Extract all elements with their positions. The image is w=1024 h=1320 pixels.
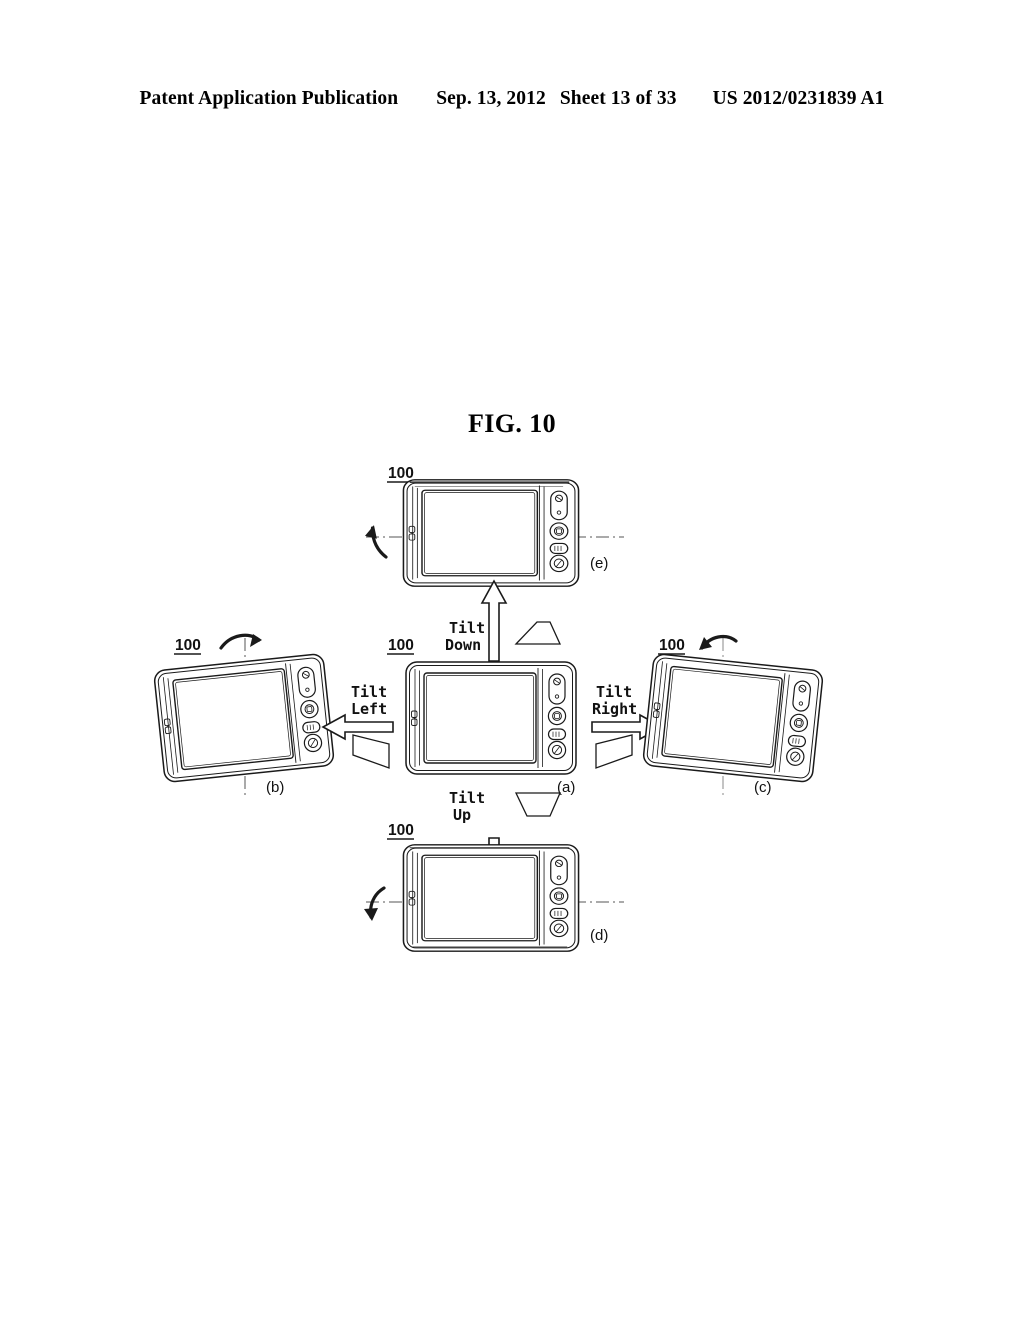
panel-c-ref-text: 100	[659, 637, 685, 654]
figure-10-diagram: 100 (e) Tilt Down 100 (b) Tilt Left 100 …	[152, 465, 825, 952]
tilt-up-label-line1: Tilt	[449, 789, 485, 807]
panel-a-reference: 100	[387, 637, 414, 655]
tilt-left-label-line2: Left	[351, 700, 387, 718]
panel-e-label: (e)	[590, 555, 608, 572]
panel-c: 100 (c)	[641, 634, 825, 798]
panel-e-device	[402, 479, 580, 587]
tilt-left-trapezoid-icon	[352, 734, 390, 769]
panel-b-rotation-arrow	[219, 633, 262, 650]
tilt-left-arrow-icon	[322, 714, 394, 740]
panel-c-label: (c)	[754, 779, 772, 796]
panel-e: 100 (e)	[365, 465, 624, 587]
tilt-down-label-line2: Down	[445, 636, 481, 654]
tilt-right-label-line2: Right	[592, 700, 637, 718]
panel-c-reference: 100	[658, 637, 685, 655]
panel-e-reference: 100	[387, 465, 414, 483]
tilt-left-label-line1: Tilt	[351, 683, 387, 701]
panel-b-label: (b)	[266, 779, 284, 796]
panel-b-device	[152, 652, 336, 784]
tilt-down-label-line1: Tilt	[449, 619, 485, 637]
panel-c-device	[641, 652, 825, 784]
tilt-down-arrow-icon	[481, 580, 507, 662]
panel-a-device	[405, 661, 577, 775]
panel-b: 100 (b)	[152, 633, 336, 798]
panel-d-ref-text: 100	[388, 822, 414, 839]
panel-b-ref-text: 100	[175, 637, 201, 654]
panel-b-reference: 100	[174, 637, 201, 655]
panel-d-reference: 100	[387, 822, 414, 840]
tilt-right-label-line1: Tilt	[596, 683, 632, 701]
tilt-up-trapezoid-icon	[514, 792, 561, 817]
panel-e-rotation-arrow	[365, 525, 388, 559]
panel-a-ref-text: 100	[388, 637, 414, 654]
panel-c-rotation-arrow	[699, 634, 738, 650]
tilt-right-trapezoid-icon	[595, 734, 633, 769]
transition-tilt-down: Tilt Down	[445, 580, 562, 662]
tilt-up-label-line2: Up	[453, 806, 471, 824]
panel-d-label: (d)	[590, 927, 608, 944]
tilt-down-trapezoid-icon	[514, 621, 562, 645]
panel-a: 100 (a)	[387, 637, 577, 796]
panel-d-device	[402, 844, 580, 952]
panel-e-ref-text: 100	[388, 465, 414, 482]
panel-d-rotation-arrow	[364, 886, 386, 921]
